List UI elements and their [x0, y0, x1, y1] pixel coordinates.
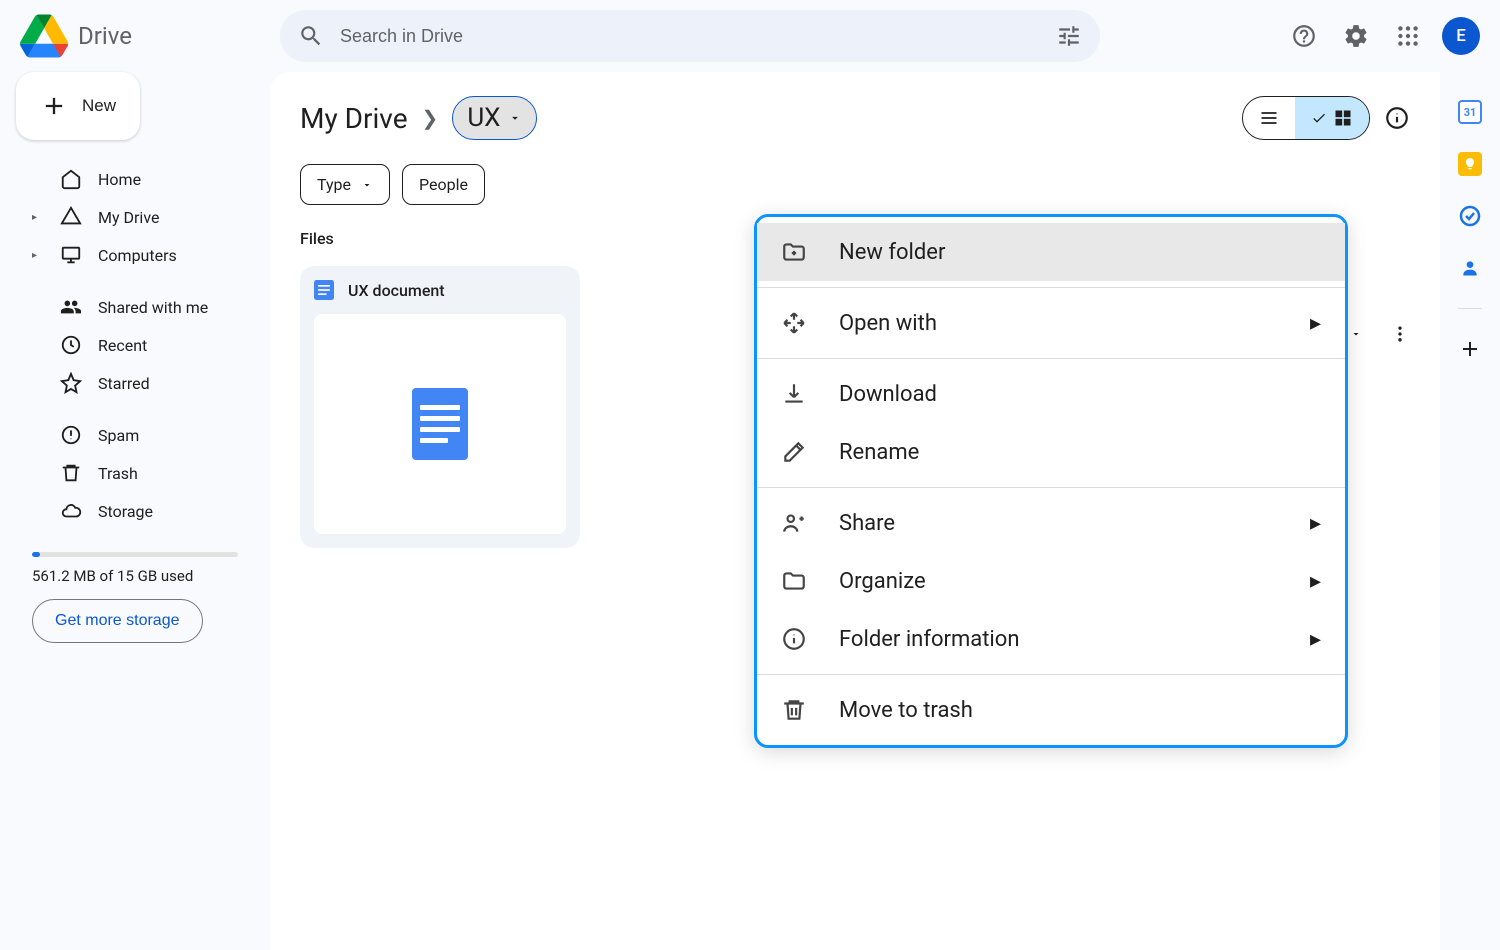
list-view-button[interactable]	[1243, 97, 1295, 139]
search-icon	[298, 23, 324, 49]
clock-icon	[60, 334, 82, 356]
contacts-app-icon[interactable]	[1458, 256, 1482, 280]
file-card[interactable]: UX document	[300, 266, 580, 548]
logo[interactable]: Drive	[20, 12, 268, 60]
avatar[interactable]: E	[1442, 17, 1480, 55]
dropdown-icon	[1350, 328, 1362, 340]
menu-download[interactable]: Download	[757, 365, 1345, 423]
chevron-right-icon: ❯	[422, 106, 439, 130]
folder-icon	[781, 568, 807, 594]
download-icon	[781, 381, 807, 407]
nav-recent[interactable]: Recent	[16, 326, 254, 364]
add-panel-button[interactable]	[1458, 337, 1482, 361]
open-with-icon	[781, 310, 807, 336]
keep-app-icon[interactable]	[1458, 152, 1482, 176]
expand-icon[interactable]: ▸	[32, 250, 44, 261]
filter-people[interactable]: People	[402, 164, 485, 205]
nav-shared[interactable]: Shared with me	[16, 288, 254, 326]
menu-folder-info[interactable]: Folder information ▸	[757, 610, 1345, 668]
view-toggle	[1242, 96, 1370, 140]
view-controls	[1242, 96, 1410, 140]
menu-move-to-trash[interactable]: Move to trash	[757, 681, 1345, 739]
tasks-app-icon[interactable]	[1458, 204, 1482, 228]
rename-icon	[781, 439, 807, 465]
check-icon	[1311, 110, 1327, 126]
header-actions: E	[1286, 17, 1480, 55]
menu-organize[interactable]: Organize ▸	[757, 552, 1345, 610]
filter-bar: Type People	[300, 164, 1410, 205]
search-bar[interactable]	[280, 10, 1100, 62]
docs-icon	[412, 388, 468, 460]
star-icon	[60, 372, 82, 394]
menu-share[interactable]: Share ▸	[757, 494, 1345, 552]
main-content: My Drive ❯ UX Type People Files Name	[270, 72, 1440, 950]
nav-starred[interactable]: Starred	[16, 364, 254, 402]
nav-my-drive[interactable]: ▸My Drive	[16, 198, 254, 236]
calendar-app-icon[interactable]: 31	[1458, 100, 1482, 124]
nav-spam[interactable]: Spam	[16, 416, 254, 454]
chevron-right-icon: ▸	[1310, 569, 1321, 594]
storage-section: 561.2 MB of 15 GB used Get more storage	[16, 552, 254, 643]
nav-computers[interactable]: ▸Computers	[16, 236, 254, 274]
dropdown-icon	[361, 179, 373, 191]
trash-icon	[781, 697, 807, 723]
grid-view-button[interactable]	[1295, 97, 1369, 139]
cloud-icon	[60, 500, 82, 522]
chevron-right-icon: ▸	[1310, 511, 1321, 536]
nav-trash[interactable]: Trash	[16, 454, 254, 492]
new-button[interactable]: New	[16, 72, 140, 140]
dropdown-icon	[508, 111, 522, 125]
menu-new-folder[interactable]: New folder	[757, 223, 1345, 281]
spam-icon	[60, 424, 82, 446]
gear-icon	[1343, 23, 1369, 49]
expand-icon[interactable]: ▸	[32, 212, 44, 223]
chevron-right-icon: ▸	[1310, 311, 1321, 336]
nav-storage[interactable]: Storage	[16, 492, 254, 530]
tune-icon[interactable]	[1056, 23, 1082, 49]
sidebar: New Home ▸My Drive ▸Computers Shared wit…	[0, 72, 270, 950]
apps-grid-icon	[1395, 23, 1421, 49]
share-icon	[781, 510, 807, 536]
menu-rename[interactable]: Rename	[757, 423, 1345, 481]
info-icon	[781, 626, 807, 652]
apps-button[interactable]	[1390, 18, 1426, 54]
info-icon[interactable]	[1384, 105, 1410, 131]
settings-button[interactable]	[1338, 18, 1374, 54]
header: Drive E	[0, 0, 1500, 72]
computer-icon	[60, 244, 82, 266]
help-button[interactable]	[1286, 18, 1322, 54]
trash-icon	[60, 462, 82, 484]
menu-open-with[interactable]: Open with ▸	[757, 294, 1345, 352]
docs-icon	[314, 280, 334, 300]
home-icon	[60, 168, 82, 190]
drive-logo-icon	[20, 12, 68, 60]
file-name: UX document	[348, 281, 445, 300]
filter-type[interactable]: Type	[300, 164, 390, 205]
get-storage-button[interactable]: Get more storage	[32, 599, 203, 643]
plus-icon	[40, 92, 68, 120]
breadcrumb-current[interactable]: UX	[452, 96, 537, 140]
folder-context-menu: New folder Open with ▸ Download Rename S…	[754, 214, 1348, 748]
nav-home[interactable]: Home	[16, 160, 254, 198]
storage-bar	[32, 552, 238, 557]
storage-text: 561.2 MB of 15 GB used	[32, 567, 238, 585]
help-icon	[1291, 23, 1317, 49]
search-input[interactable]	[340, 26, 1040, 47]
chevron-right-icon: ▸	[1310, 627, 1321, 652]
people-icon	[60, 296, 82, 318]
file-preview	[314, 314, 566, 534]
grid-icon	[1333, 108, 1353, 128]
new-folder-icon	[781, 239, 807, 265]
side-panel: 31	[1440, 72, 1500, 950]
breadcrumb-parent[interactable]: My Drive	[300, 102, 408, 135]
list-icon	[1259, 108, 1279, 128]
app-name: Drive	[78, 22, 132, 50]
drive-icon	[60, 206, 82, 228]
new-button-label: New	[82, 96, 116, 116]
more-icon[interactable]	[1390, 324, 1410, 344]
